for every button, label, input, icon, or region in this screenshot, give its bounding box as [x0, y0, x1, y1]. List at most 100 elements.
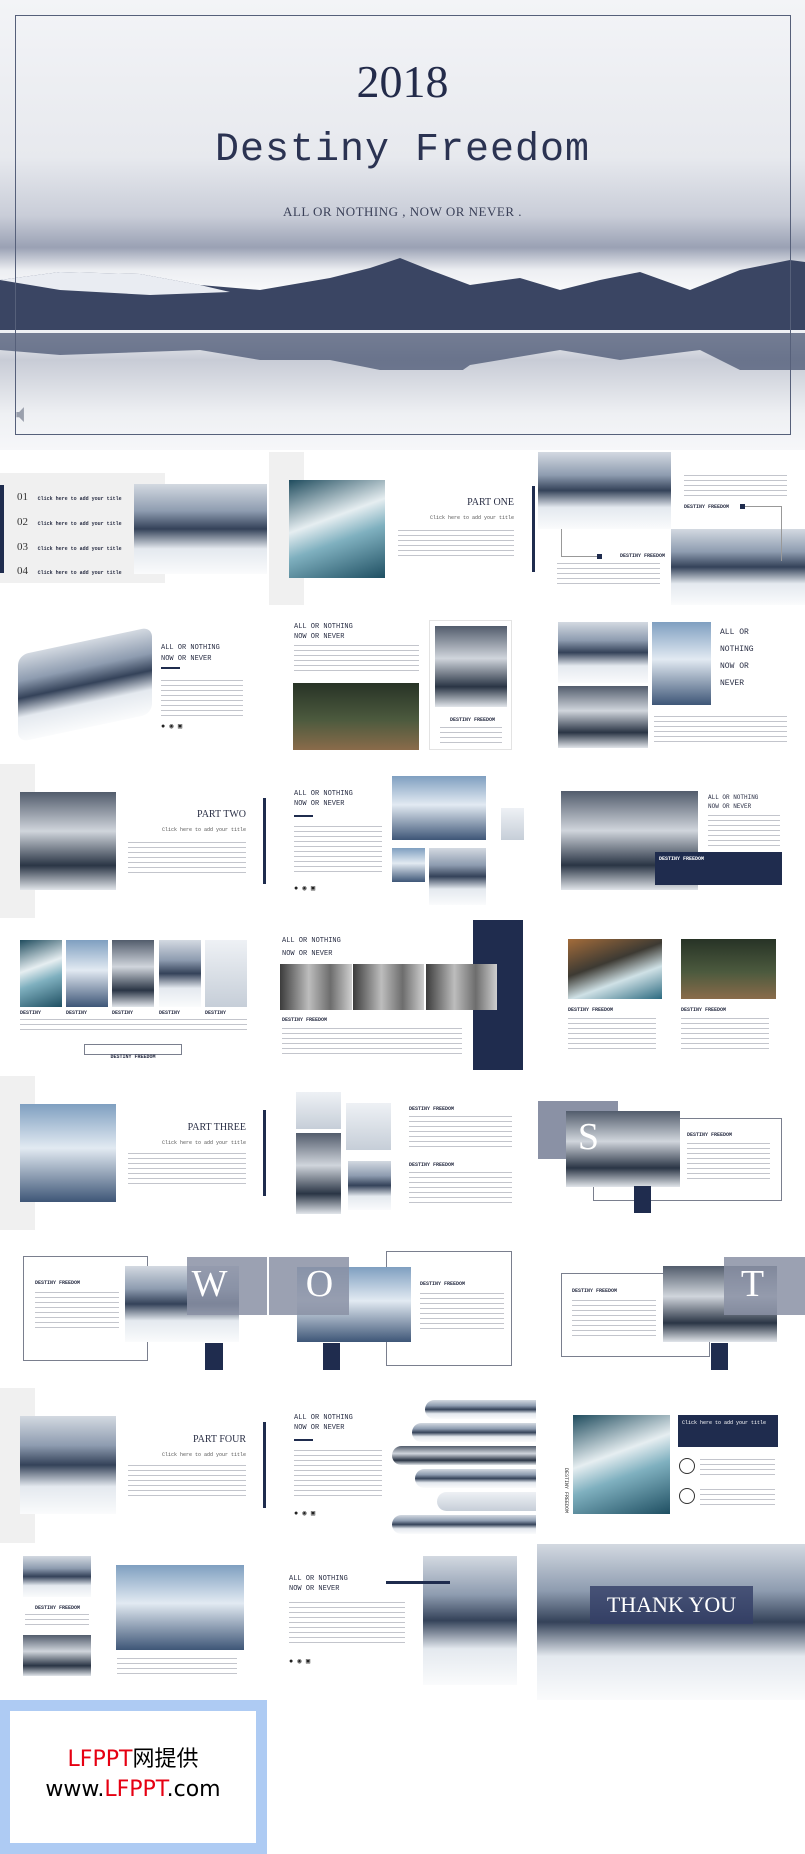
wave-photo [289, 480, 385, 578]
accent-line [386, 1581, 450, 1584]
gallery-label: DESTINY [66, 1010, 88, 1016]
waterfall-photo [681, 939, 776, 999]
title-box-label: Click here to add your title [682, 1420, 767, 1426]
speaker-icon[interactable]: 🔈︎ [16, 400, 32, 430]
body-text [557, 563, 660, 585]
agenda-item[interactable]: 03 Click here to add your title [17, 537, 122, 555]
heading-word: NEVER [720, 679, 745, 688]
stripe-photo [415, 1469, 536, 1488]
mountain-photo [558, 622, 648, 683]
section-label: DESTINY FREEDOM [420, 1281, 466, 1287]
connector-dot [597, 554, 602, 559]
part-one-title: PART ONE [467, 497, 514, 508]
section-label: DESTINY FREEDOM [282, 1017, 328, 1023]
accent-bar [532, 486, 535, 572]
mountain-photo [429, 848, 486, 905]
item-label: Click here to add your title [37, 546, 122, 552]
body-text [161, 680, 243, 716]
item-label: Click here to add your title [37, 521, 122, 527]
heading-word: ALL OR [720, 628, 749, 637]
section-label: DESTINY FREEDOM [572, 1288, 618, 1294]
section-label: DESTINY FREEDOM [450, 717, 496, 723]
forest-fog-photo [20, 792, 116, 890]
agenda-item[interactable]: 04 Click here to add your title [17, 561, 122, 579]
heading-line1: ALL OR NOTHING [282, 937, 341, 945]
accent-bar [263, 1422, 266, 1508]
gallery-label: DESTINY [159, 1010, 181, 1016]
coast-photo [568, 939, 662, 999]
social-icons[interactable]: ● ◉ ▣ [289, 1657, 310, 1666]
destiny-freedom-button[interactable]: DESTINY FREEDOM [84, 1044, 182, 1060]
mountain-photo [671, 529, 805, 605]
section-label: DESTINY FREEDOM [687, 1132, 733, 1138]
body-text [294, 826, 382, 876]
heading-line1: ALL OR NOTHING [294, 623, 353, 631]
cover-subtitle: ALL OR NOTHING , NOW OR NEVER . [282, 204, 522, 219]
body-text [420, 1293, 504, 1333]
body-text [568, 1018, 656, 1050]
mountain-photo [538, 452, 671, 529]
accent-bar [634, 1186, 651, 1213]
small-photo [501, 808, 524, 840]
body-text [128, 1153, 246, 1185]
heading-line1: ALL OR NOTHING [294, 1414, 353, 1422]
part-four-title: PART FOUR [192, 1434, 246, 1445]
bag-icon [679, 1488, 695, 1504]
cliff-photo [435, 626, 507, 707]
heading-word: NOW OR [720, 662, 749, 671]
watermark-url-suffix: .com [166, 1777, 221, 1802]
item-number: 02 [17, 516, 28, 528]
gallery-label: DESTINY [112, 1010, 134, 1016]
heading-word: NOTHING [720, 645, 754, 654]
stripe-photo [425, 1400, 536, 1419]
social-icons[interactable]: ● ◉ ▣ [294, 884, 315, 893]
gallery-photo [159, 940, 201, 1007]
part-subtitle: Click here to add your title [161, 1140, 246, 1146]
accent-bar [323, 1343, 340, 1370]
title-box: Click here to add your title [678, 1415, 778, 1447]
body-text [681, 1018, 769, 1050]
stripe-photo [392, 1446, 536, 1465]
body-text [572, 1300, 656, 1340]
body-text [128, 1465, 246, 1497]
body-text [700, 1489, 775, 1505]
body-text [282, 1028, 462, 1056]
part-three-title: PART THREE [187, 1122, 246, 1133]
body-text [128, 842, 246, 874]
heading-line2: NOW OR NEVER [294, 800, 345, 808]
portrait-photo [353, 964, 424, 1010]
part-two-title: PART TWO [197, 809, 246, 820]
social-icons[interactable]: ● ◉ ▣ [161, 722, 182, 731]
heading-line2: NOW OR NEVER [294, 633, 345, 641]
thank-you-banner: THANK YOU [590, 1586, 753, 1624]
section-label: DESTINY FREEDOM [35, 1605, 81, 1611]
connector-line [561, 529, 598, 557]
agenda-item[interactable]: 01 Click here to add your title [17, 487, 122, 505]
heading-line1: ALL OR NOTHING [708, 794, 759, 801]
heading-line1: ALL OR NOTHING [294, 790, 353, 798]
mountain-photo [20, 1416, 116, 1514]
section-label: DESTINY FREEDOM [684, 504, 730, 510]
part-subtitle: Click here to add your title [429, 515, 514, 521]
body-text [708, 815, 780, 849]
body-text [294, 645, 419, 673]
cover-title: Destiny Freedom [214, 128, 591, 173]
item-label: Click here to add your title [37, 496, 122, 502]
social-icons[interactable]: ● ◉ ▣ [294, 1509, 315, 1518]
vertical-label: DESTINY FREEDOM [563, 1468, 569, 1514]
stripe-photo [412, 1423, 536, 1442]
gallery-photo [66, 940, 108, 1007]
part-subtitle: Click here to add your title [161, 827, 246, 833]
agenda-item[interactable]: 02 Click here to add your title [17, 512, 122, 530]
section-label: DESTINY FREEDOM [409, 1162, 455, 1168]
gallery-label: DESTINY [20, 1010, 42, 1016]
section-label: DESTINY FREEDOM [409, 1106, 455, 1112]
swot-letter-w: W [191, 1263, 228, 1305]
body-text [289, 1602, 405, 1646]
shoe-icon [679, 1458, 695, 1474]
gallery-photo [20, 940, 62, 1007]
cover-slide: 2018 Destiny Freedom ALL OR NOTHING , NO… [0, 0, 805, 450]
body-text [409, 1172, 512, 1204]
accent-bar [263, 798, 266, 884]
watermark-url-prefix: www. [45, 1777, 105, 1802]
